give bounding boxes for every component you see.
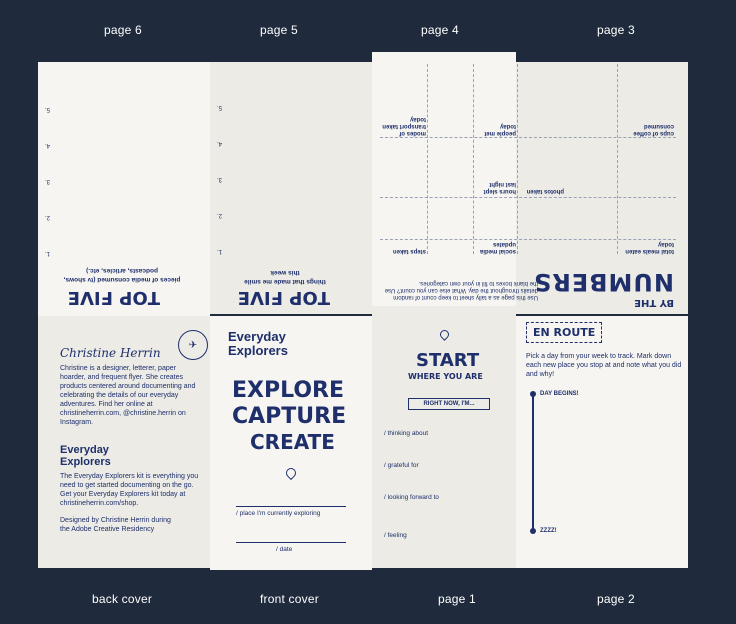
route-end-label: ZZZZ! bbox=[540, 528, 557, 534]
cover-line1: EXPLORE bbox=[232, 378, 345, 403]
pin-icon bbox=[283, 465, 299, 481]
pin-icon bbox=[438, 328, 451, 341]
top5a-num: 3. bbox=[44, 178, 50, 184]
cover-field-place: / place I'm currently exploring bbox=[236, 510, 321, 517]
route-line bbox=[532, 396, 534, 530]
numbers-title-big: NUMBERS bbox=[533, 268, 674, 296]
top5a-num: 5. bbox=[44, 106, 50, 112]
signature: Christine Herrin bbox=[60, 346, 161, 360]
top5b-title: TOP FIVE bbox=[237, 287, 330, 308]
en-route-title: EN ROUTE bbox=[526, 322, 603, 343]
start-subtitle: WHERE YOU ARE bbox=[408, 372, 483, 381]
numbers-cell: steps taken bbox=[392, 248, 426, 254]
top5a-num: 1. bbox=[44, 250, 50, 256]
top5b-num: 2. bbox=[216, 212, 222, 218]
start-banner: RIGHT NOW, I'M... bbox=[408, 398, 490, 410]
numbers-cell: total meals eaten today bbox=[625, 241, 674, 254]
prompt-grateful: / grateful for bbox=[384, 462, 419, 469]
panel-front-cover: Everyday Explorers EXPLORE CAPTURE CREAT… bbox=[210, 316, 372, 570]
panel-page5: TOP FIVE things that made me smile this … bbox=[210, 62, 372, 314]
cover-line2: CAPTURE bbox=[232, 404, 347, 429]
prompt-thinking: / thinking about bbox=[384, 430, 429, 437]
numbers-cell: cups of coffee consumed bbox=[633, 123, 674, 136]
kit-text: The Everyday Explorers kit is everything… bbox=[60, 473, 199, 507]
label-page4: page 4 bbox=[421, 23, 459, 37]
top5b-subtitle: things that made me smile this week bbox=[244, 269, 326, 285]
top5a-num: 4. bbox=[44, 142, 50, 148]
label-page2: page 2 bbox=[597, 592, 635, 606]
label-page6: page 6 bbox=[104, 23, 142, 37]
numbers-title-small: BY THE bbox=[634, 297, 674, 308]
label-page1: page 1 bbox=[438, 592, 476, 606]
label-front-cover: front cover bbox=[260, 592, 319, 606]
numbers-spread: BY THE NUMBERS Use this page as a tally … bbox=[372, 52, 688, 314]
label-back-cover: back cover bbox=[92, 592, 153, 606]
top5b-num: 1. bbox=[216, 248, 222, 254]
en-route-text: Pick a day from your week to track. Mark… bbox=[526, 353, 682, 378]
numbers-cell: hours slept last night bbox=[483, 181, 516, 194]
numbers-cell: social media updates bbox=[479, 241, 516, 254]
prompt-looking-forward: / looking forward to bbox=[384, 494, 439, 501]
numbers-intro: Use this page as a tally sheet to keep c… bbox=[384, 280, 538, 300]
top5a-num: 2. bbox=[44, 214, 50, 220]
badge-icon: ✈ bbox=[178, 330, 208, 360]
credit: Designed by Christine Herrin during the … bbox=[60, 517, 171, 533]
panel-page6: TOP FIVE pieces of media consumed (tv sh… bbox=[38, 62, 210, 316]
panel-page2: EN ROUTE Pick a day from your week to tr… bbox=[516, 316, 688, 568]
bio: Christine is a designer, letterer, paper… bbox=[60, 365, 196, 426]
label-page3: page 3 bbox=[597, 23, 635, 37]
cover-title: Everyday Explorers bbox=[228, 329, 288, 358]
label-page5: page 5 bbox=[260, 23, 298, 37]
cover-line3: CREATE bbox=[250, 430, 335, 454]
kit-title: Everyday Explorers bbox=[60, 444, 111, 468]
route-start-label: DAY BEGINS! bbox=[540, 391, 579, 397]
top5a-title: TOP FIVE bbox=[67, 287, 160, 308]
top5a-numbers: 1. 2. 3. 4. 5. bbox=[40, 86, 50, 256]
panel-back-cover: Christine Herrin ✈ Christine is a design… bbox=[38, 316, 210, 568]
top5b-num: 3. bbox=[216, 176, 222, 182]
route-end-dot bbox=[530, 528, 536, 534]
start-title: START bbox=[416, 350, 480, 371]
panel-page1: START WHERE YOU ARE RIGHT NOW, I'M... / … bbox=[372, 306, 516, 568]
numbers-cell: people met today bbox=[484, 123, 516, 136]
top5b-num: 5. bbox=[216, 104, 222, 110]
top5b-numbers: 1. 2. 3. 4. 5. bbox=[212, 84, 222, 254]
numbers-cell: photos taken bbox=[526, 188, 564, 194]
cover-field-date: / date bbox=[276, 546, 293, 553]
top5b-num: 4. bbox=[216, 140, 222, 146]
numbers-cell: modes of transport taken today bbox=[382, 116, 426, 136]
top5a-subtitle: pieces of media consumed (tv shows, podc… bbox=[63, 267, 181, 283]
prompt-feeling: / feeling bbox=[384, 532, 407, 539]
